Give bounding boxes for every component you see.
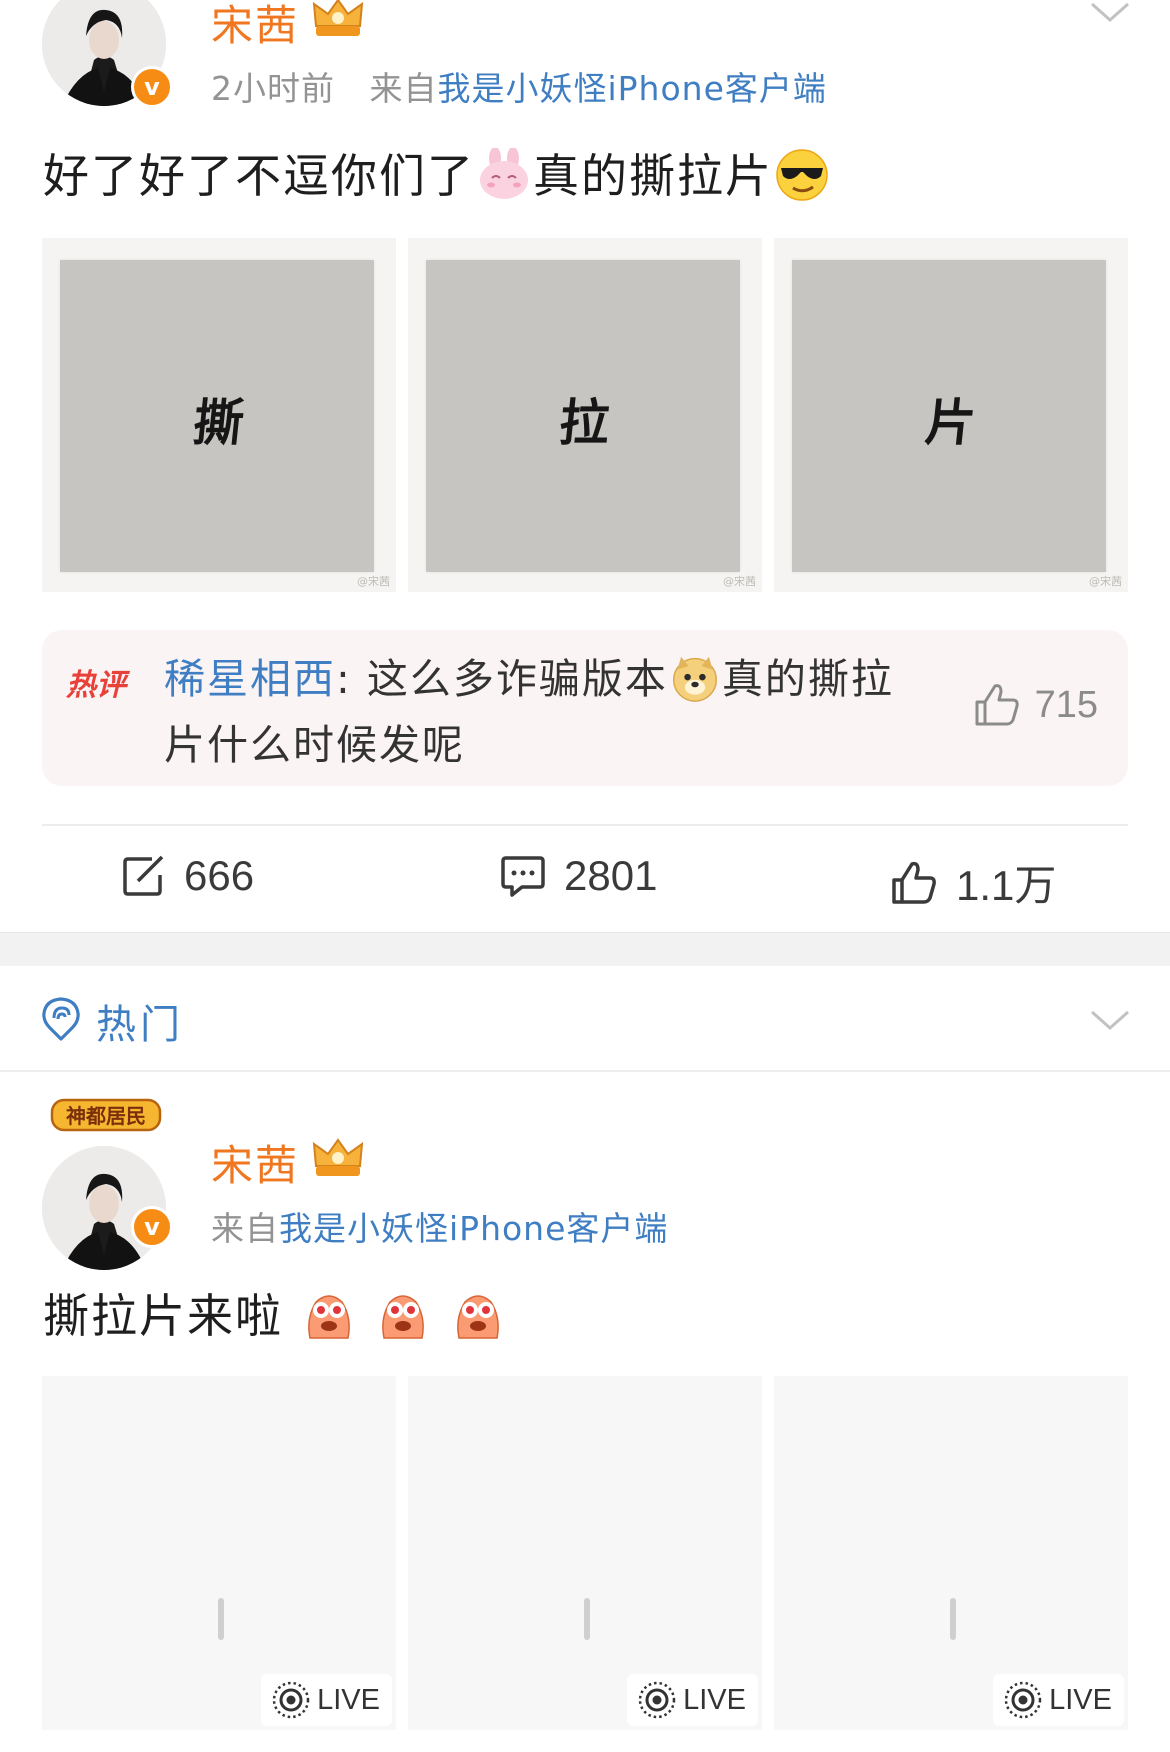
hot-comment-colon: : <box>336 655 367 703</box>
hot-comment[interactable]: 热评 稀星相西: 这么多诈骗版本 真的撕拉片什么时候发呢 715 <box>42 630 1128 786</box>
post-meta: 来自我是小妖怪iPhone客户端 <box>211 1202 668 1250</box>
like-count: 1.1 <box>956 862 1015 909</box>
live-photo-icon <box>638 1681 676 1719</box>
faint-mark <box>950 1598 956 1640</box>
verified-badge-icon: v <box>131 1206 173 1248</box>
brush-character: 片 <box>922 393 979 452</box>
repost-button[interactable]: 666 <box>122 852 254 900</box>
live-photo-icon <box>272 1681 310 1719</box>
live-label: LIVE <box>317 1683 380 1716</box>
cool-sunglasses-emoji-icon <box>776 149 828 201</box>
source-prefix: 来自 <box>211 1209 279 1248</box>
section-header-hot[interactable]: 热门 <box>0 966 1170 1072</box>
weibo-post-1: v 宋茜 2小时前 来自我是小妖怪iPhone客户端 好了好了不逗你们了 真的撕… <box>0 0 1170 932</box>
divider <box>42 824 1128 826</box>
live-label: LIVE <box>1049 1683 1112 1716</box>
doge-emoji-icon <box>672 656 717 702</box>
post-author-name[interactable]: 宋茜 <box>211 1132 299 1193</box>
source-prefix: 来自 <box>369 69 438 108</box>
image-watermark: @宋茜 <box>1089 575 1122 588</box>
pink-bunny-emoji-icon <box>480 148 528 199</box>
vip-crown-icon <box>312 0 364 36</box>
excited-monster-emoji-icon <box>382 1295 425 1339</box>
faint-mark <box>584 1598 590 1640</box>
post-text-part2: 真的撕拉片 <box>533 149 773 203</box>
like-button[interactable]: 1.1万 <box>890 852 1056 913</box>
post-text-main: 撕拉片来啦 <box>43 1289 283 1343</box>
post-text: 好了好了不逗你们了 真的撕拉片 <box>43 140 831 206</box>
chevron-down-icon[interactable] <box>1090 1008 1130 1032</box>
section-title: 热门 <box>96 1002 184 1048</box>
live-photo-1[interactable]: LIVE <box>42 1376 396 1730</box>
comment-icon <box>501 856 545 897</box>
feed-separator <box>0 932 1170 966</box>
vip-crown-icon <box>312 1138 364 1176</box>
faint-mark <box>218 1598 224 1640</box>
excited-monster-emoji-icon <box>457 1295 499 1339</box>
live-photo-3[interactable]: LIVE <box>774 1376 1128 1730</box>
post-image-2[interactable]: 拉 @宋茜 <box>408 238 762 592</box>
post-image-1[interactable]: 撕 @宋茜 <box>42 238 396 592</box>
medal-text: 神都居民 <box>66 1104 146 1128</box>
live-photo-2[interactable]: LIVE <box>408 1376 762 1730</box>
brush-character: 拉 <box>556 393 613 452</box>
hot-comment-user[interactable]: 稀星相西 <box>164 655 336 703</box>
post-time: 2小时前 <box>211 69 335 108</box>
hot-comment-like-button[interactable]: 715 <box>973 682 1098 728</box>
live-badge: LIVE <box>261 1674 392 1726</box>
hot-location-pin-icon <box>42 997 80 1041</box>
hot-comment-body: 稀星相西: 这么多诈骗版本 真的撕拉片什么时候发呢 <box>164 646 904 778</box>
repost-count: 666 <box>184 852 255 899</box>
post-source-link[interactable]: 我是小妖怪iPhone客户端 <box>437 69 826 108</box>
live-badge: LIVE <box>627 1674 758 1726</box>
weibo-post-2: 神都居民 v 宋茜 来自我是小妖怪iPhone客户端 撕拉片来啦 LIVE LI… <box>0 1072 1170 1752</box>
hot-comment-like-count: 715 <box>1034 683 1098 726</box>
live-photo-icon <box>1004 1681 1042 1719</box>
brush-character: 撕 <box>190 393 247 452</box>
post-source-link[interactable]: 我是小妖怪iPhone客户端 <box>279 1209 668 1248</box>
thumbs-up-icon <box>892 861 936 904</box>
hot-comment-tag: 热评 <box>66 668 126 703</box>
excited-monster-emoji-icon <box>307 1295 350 1339</box>
verified-badge-icon: v <box>131 66 173 108</box>
repost-icon <box>123 855 164 896</box>
thumbs-up-icon <box>975 684 1019 726</box>
hot-comment-text-a: 这么多诈骗版本 <box>366 655 668 703</box>
post-text-part1: 好了好了不逗你们了 <box>43 149 475 203</box>
post-text: 撕拉片来啦 <box>43 1280 507 1346</box>
like-count-unit: 万 <box>1014 861 1057 910</box>
chevron-down-icon[interactable] <box>1090 0 1130 24</box>
image-watermark: @宋茜 <box>357 575 390 588</box>
post-image-3[interactable]: 片 @宋茜 <box>774 238 1128 592</box>
comment-count: 2801 <box>564 852 658 899</box>
post-author-name[interactable]: 宋茜 <box>211 0 299 53</box>
image-watermark: @宋茜 <box>723 575 756 588</box>
comment-button[interactable]: 2801 <box>500 852 657 900</box>
live-label: LIVE <box>683 1683 746 1716</box>
post-meta: 2小时前 来自我是小妖怪iPhone客户端 <box>211 62 827 110</box>
medal-badge-icon: 神都居民 <box>50 1098 162 1132</box>
live-badge: LIVE <box>993 1674 1124 1726</box>
